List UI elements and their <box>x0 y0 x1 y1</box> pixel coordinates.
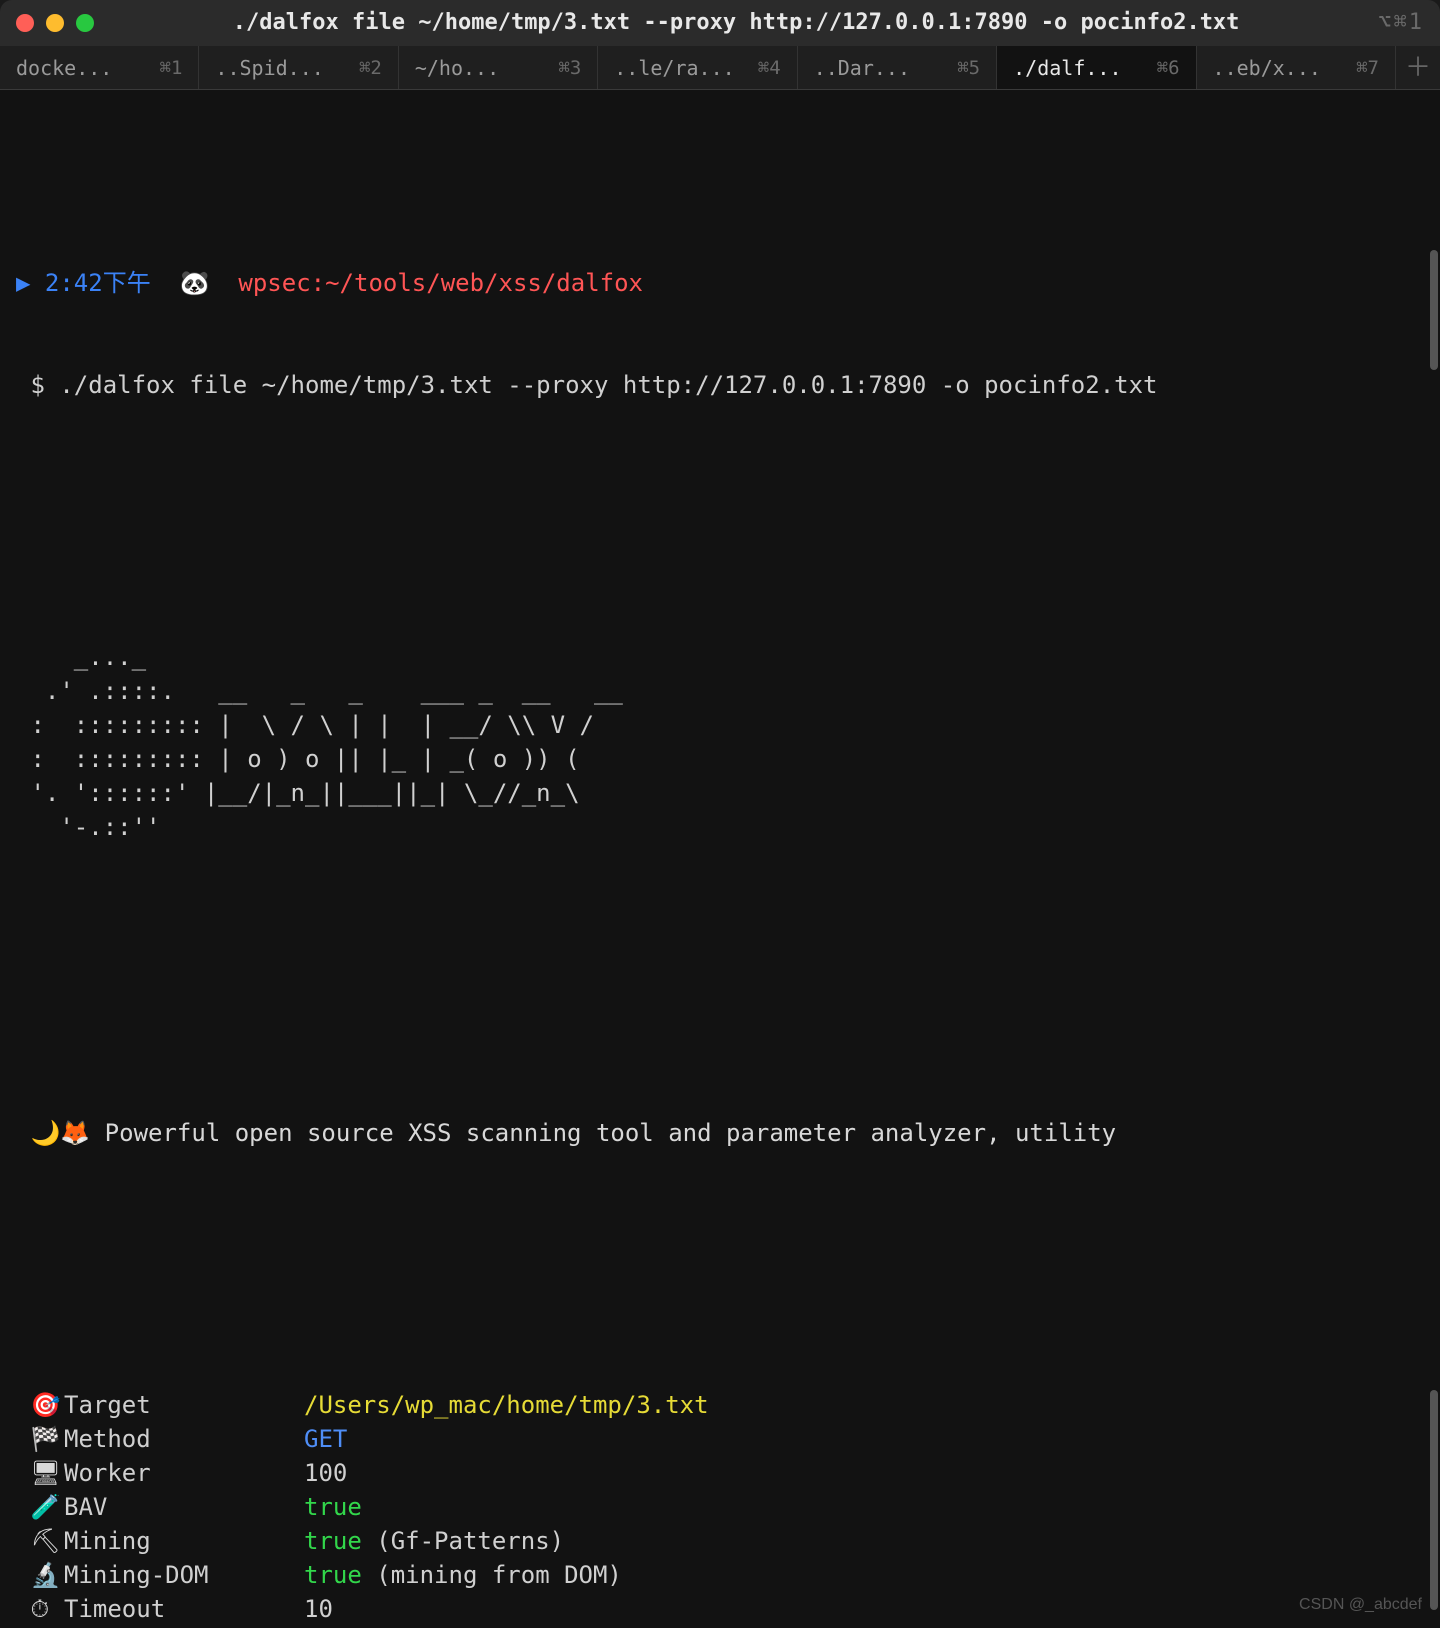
info-row: 🎯Target/Users/wp_mac/home/tmp/3.txt <box>16 1388 1424 1422</box>
scan-info-table: 🎯Target/Users/wp_mac/home/tmp/3.txt 🏁Met… <box>16 1388 1424 1628</box>
prompt-host: wpsec:~/tools/web/xss/dalfox <box>238 269 643 297</box>
tab-shortcut: ⌘2 <box>359 51 382 85</box>
tab-label: ./dalf... <box>1013 51 1121 85</box>
info-icon: 🔬 <box>16 1558 64 1592</box>
info-icon: 🏁 <box>16 1422 64 1456</box>
info-label: Method <box>64 1422 304 1456</box>
info-icon: 🖥 <box>16 1456 64 1490</box>
info-value: true <box>304 1490 362 1524</box>
info-row: 🖥Worker100 <box>16 1456 1424 1490</box>
tab-label: ..eb/x... <box>1213 51 1321 85</box>
window-title: ./dalfox file ~/home/tmp/3.txt --proxy h… <box>94 6 1378 40</box>
titlebar: ./dalfox file ~/home/tmp/3.txt --proxy h… <box>0 0 1440 46</box>
tab-shortcut: ⌘4 <box>758 51 781 85</box>
tab-shortcut: ⌘7 <box>1356 51 1379 85</box>
tab-4[interactable]: ..Dar... ⌘5 <box>798 46 997 89</box>
prompt-time: 2:42下午 <box>45 269 151 297</box>
maximize-icon[interactable] <box>76 14 94 32</box>
tab-label: ..Spid... <box>215 51 323 85</box>
minimize-icon[interactable] <box>46 14 64 32</box>
banner-line: : ::::::::: | \ / \ | | | __/ \\ V / <box>16 708 1424 742</box>
tabbar: docke... ⌘1 ..Spid... ⌘2 ~/ho... ⌘3 ..le/ra...… <box>0 46 1440 90</box>
terminal-output[interactable]: ▶ 2:42下午 🐼 wpsec:~/tools/web/xss/dalfox … <box>0 90 1440 1628</box>
banner-line: _..._ <box>16 640 1424 674</box>
banner-line: : ::::::::: | o ) o || |_ | _( o )) ( <box>16 742 1424 776</box>
tab-label: docke... <box>16 51 112 85</box>
tagline: 🌙🦊 Powerful open source XSS scanning too… <box>16 1082 1424 1150</box>
tab-label: ..le/ra... <box>614 51 734 85</box>
add-tab-button[interactable]: ＋ <box>1396 46 1440 89</box>
info-value: GET <box>304 1422 347 1456</box>
window-controls <box>16 14 94 32</box>
watermark: CSDN @_abcdef <box>1299 1588 1422 1622</box>
info-label: BAV <box>64 1490 304 1524</box>
scrollbar-thumb[interactable] <box>1430 250 1438 370</box>
info-icon: ⏱ <box>16 1592 64 1626</box>
info-label: Target <box>64 1388 304 1422</box>
info-value: 100 <box>304 1456 347 1490</box>
info-label: Mining <box>64 1524 304 1558</box>
info-value: 10 <box>304 1592 333 1626</box>
terminal-scrollbar[interactable] <box>1430 190 1438 1628</box>
tagline-text: Powerful open source XSS scanning tool a… <box>105 1119 1116 1147</box>
info-label: Timeout <box>64 1592 304 1626</box>
window-shortcut: ⌥⌘1 <box>1378 6 1424 40</box>
tab-label: ..Dar... <box>814 51 910 85</box>
info-row: ⏱Timeout10 <box>16 1592 1424 1626</box>
info-row: ⛏Miningtrue (Gf-Patterns) <box>16 1524 1424 1558</box>
prompt-line: ▶ 2:42下午 🐼 wpsec:~/tools/web/xss/dalfox <box>16 232 1424 300</box>
info-label: Worker <box>64 1456 304 1490</box>
info-value: true (mining from DOM) <box>304 1558 622 1592</box>
tagline-emoji: 🌙🦊 <box>30 1119 90 1147</box>
info-icon: 🧪 <box>16 1490 64 1524</box>
banner-line: .' .::::. __ _ _ ___ _ __ __ <box>16 674 1424 708</box>
info-value: /Users/wp_mac/home/tmp/3.txt <box>304 1388 709 1422</box>
tab-shortcut: ⌘5 <box>957 51 980 85</box>
banner-line: '-.::'' <box>16 810 1424 844</box>
command-line: $ ./dalfox file ~/home/tmp/3.txt --proxy… <box>16 368 1424 402</box>
tab-shortcut: ⌘3 <box>558 51 581 85</box>
tab-5[interactable]: ./dalf... ⌘6 <box>997 46 1196 89</box>
tab-label: ~/ho... <box>415 51 499 85</box>
info-row: 🏁MethodGET <box>16 1422 1424 1456</box>
tab-0[interactable]: docke... ⌘1 <box>0 46 199 89</box>
info-row: 🧪BAVtrue <box>16 1490 1424 1524</box>
scrollbar-thumb[interactable] <box>1430 1390 1438 1610</box>
tab-3[interactable]: ..le/ra... ⌘4 <box>598 46 797 89</box>
tab-1[interactable]: ..Spid... ⌘2 <box>199 46 398 89</box>
prompt-caret-icon: ▶ <box>16 269 30 297</box>
tab-shortcut: ⌘6 <box>1157 51 1180 85</box>
command-text: ./dalfox file ~/home/tmp/3.txt --proxy h… <box>59 371 1157 399</box>
prompt-host-icon: 🐼 <box>180 269 210 297</box>
info-icon: ⛏ <box>16 1524 64 1558</box>
banner-line: '. '::::::' |__/|_n_||___||_| \_//_n_\ <box>16 776 1424 810</box>
tab-shortcut: ⌘1 <box>160 51 183 85</box>
info-value: true (Gf-Patterns) <box>304 1524 564 1558</box>
close-icon[interactable] <box>16 14 34 32</box>
info-icon: 🎯 <box>16 1388 64 1422</box>
info-label: Mining-DOM <box>64 1558 304 1592</box>
tab-2[interactable]: ~/ho... ⌘3 <box>399 46 598 89</box>
tab-6[interactable]: ..eb/x... ⌘7 <box>1197 46 1396 89</box>
ascii-banner: _..._ .' .::::. __ _ _ ___ _ __ __ : :::… <box>16 640 1424 844</box>
info-row: 🔬Mining-DOMtrue (mining from DOM) <box>16 1558 1424 1592</box>
